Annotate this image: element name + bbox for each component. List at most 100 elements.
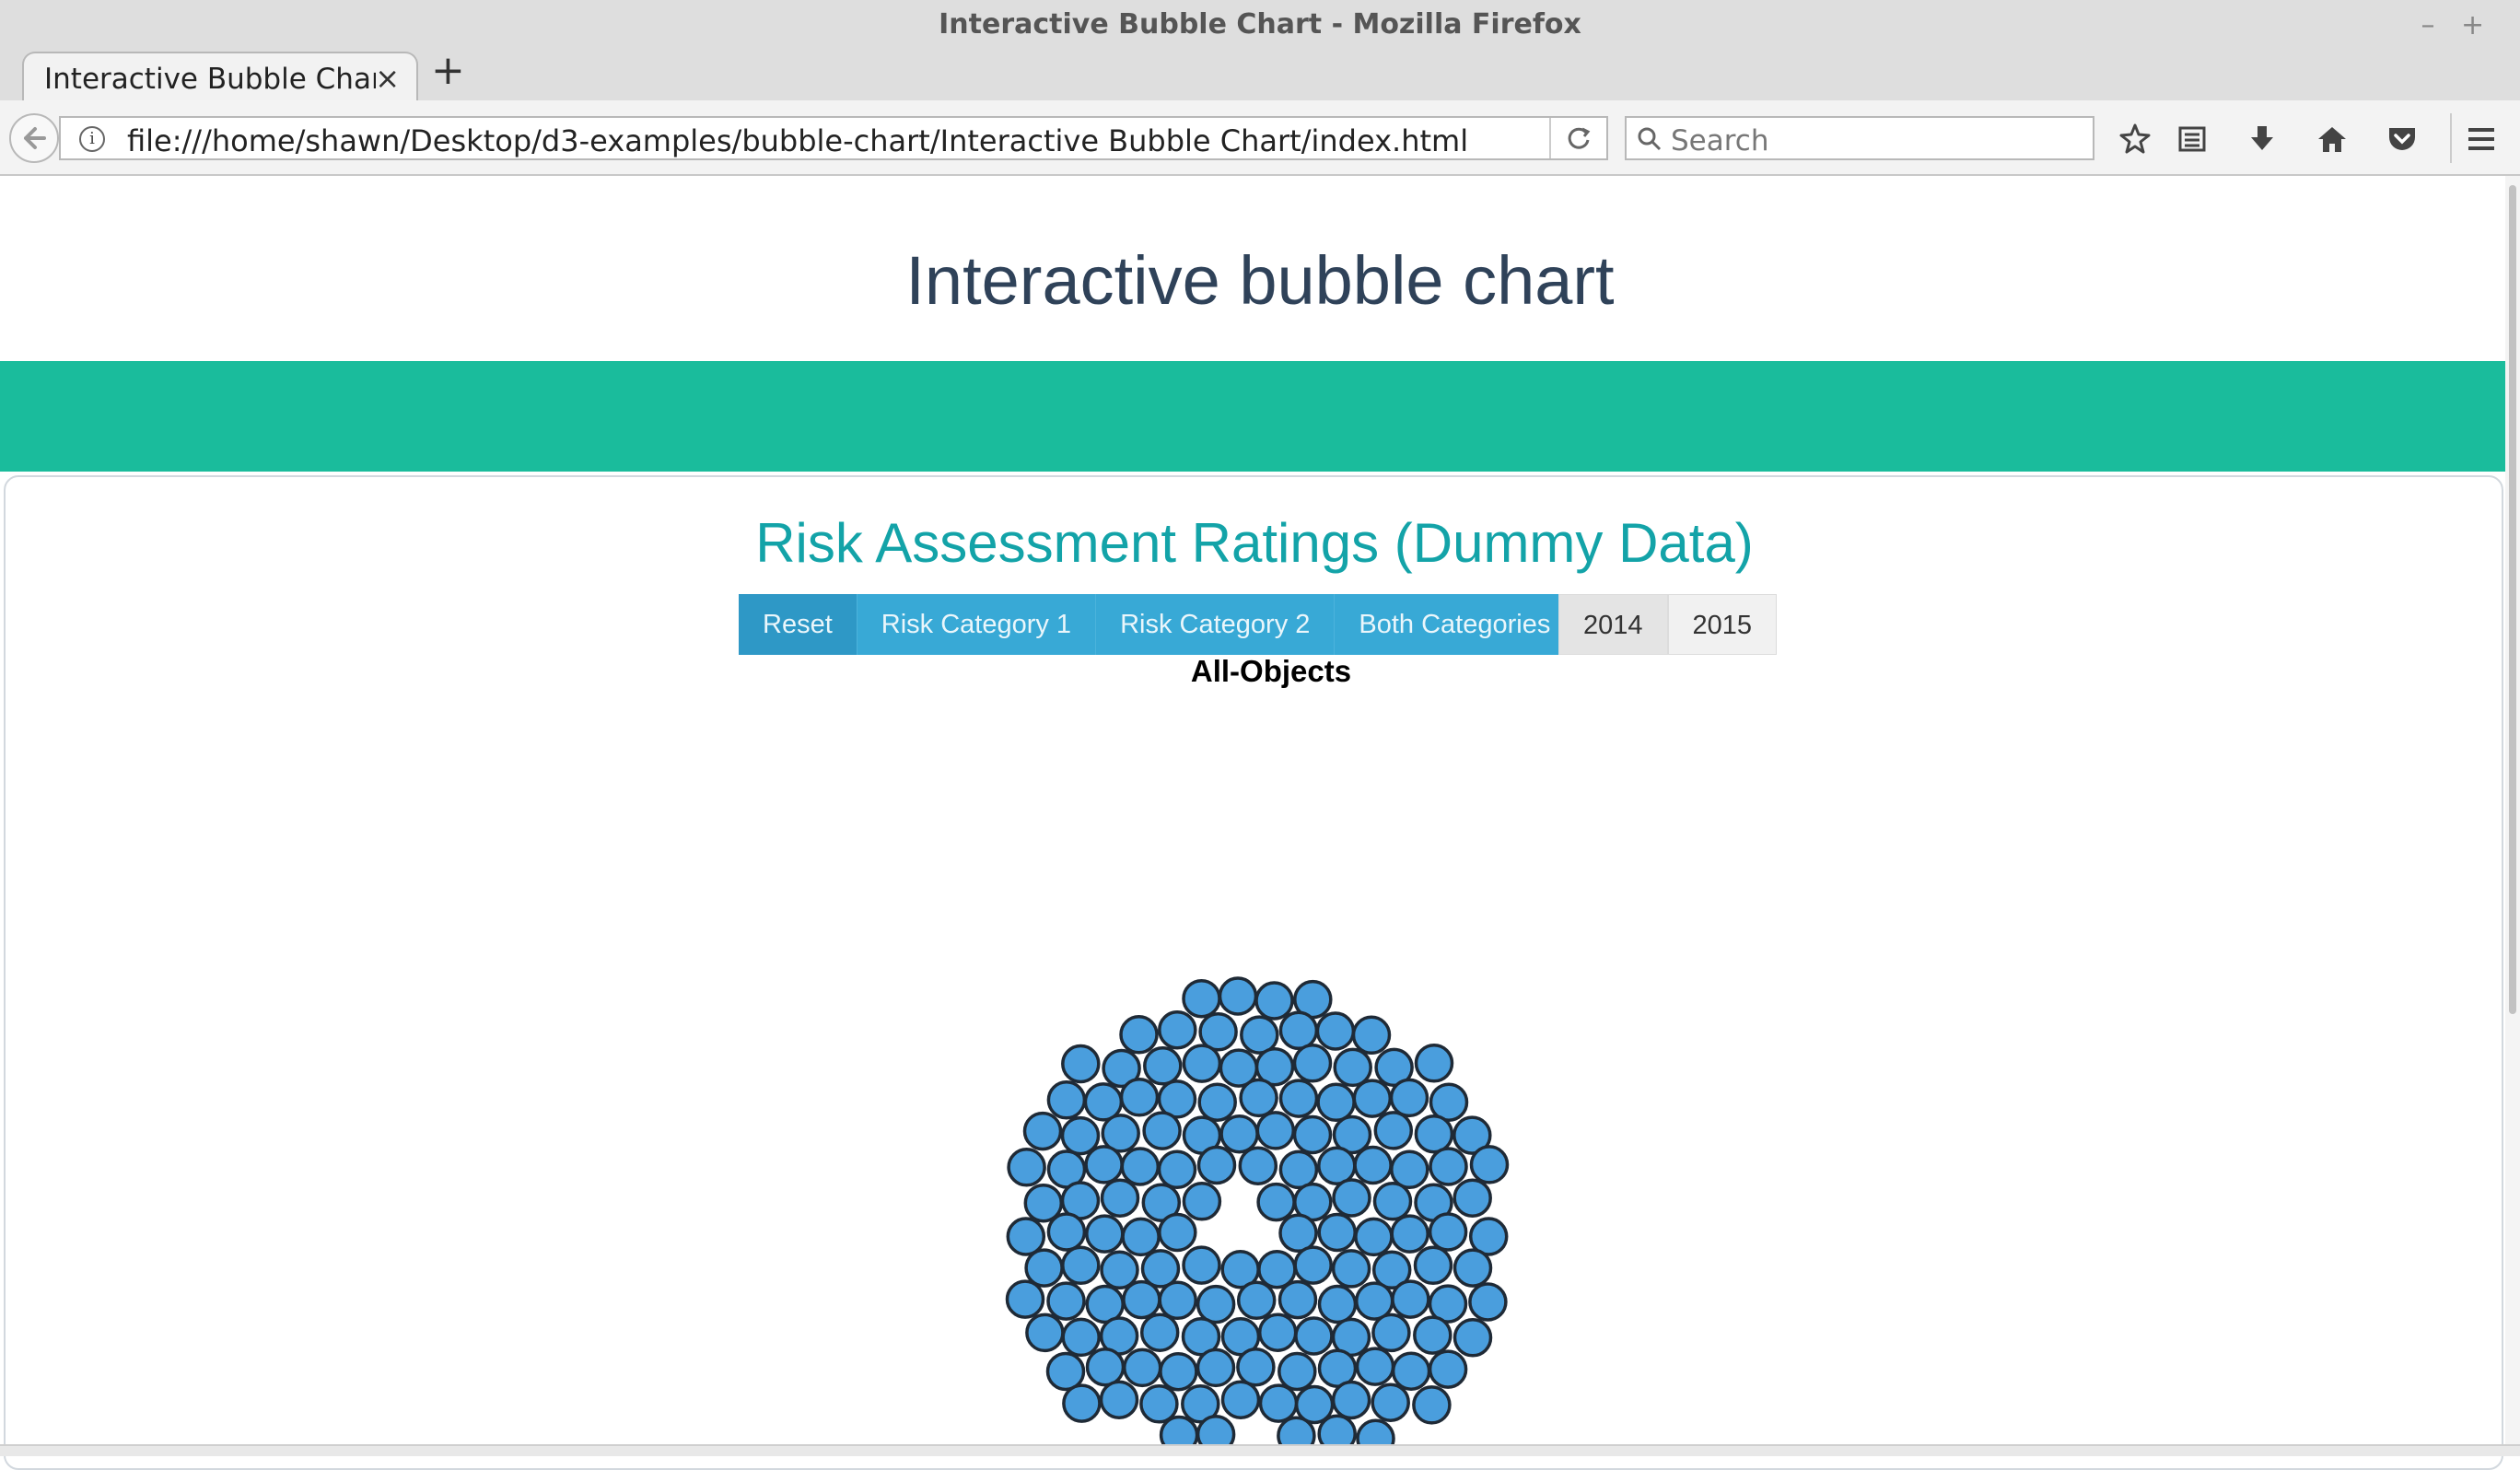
bubble[interactable] [1159, 1351, 1198, 1392]
bubble[interactable] [1182, 978, 1221, 1019]
scrollbar-thumb[interactable] [2509, 185, 2516, 1014]
bubble[interactable] [1143, 1046, 1183, 1086]
bubble[interactable] [1292, 1114, 1333, 1155]
bubble[interactable] [1158, 1009, 1197, 1050]
bubble[interactable] [1413, 1245, 1453, 1286]
bubble[interactable] [1256, 1182, 1296, 1222]
bubble[interactable] [1333, 1047, 1372, 1088]
bubble[interactable] [1331, 1249, 1371, 1289]
bubble[interactable] [1390, 1149, 1429, 1190]
bubble[interactable] [1062, 1383, 1102, 1423]
bubble[interactable] [1005, 1279, 1045, 1319]
bubble[interactable] [1085, 1347, 1126, 1387]
bubble[interactable] [1100, 1178, 1140, 1218]
bubble[interactable] [1139, 1312, 1180, 1352]
bubble[interactable] [1351, 1015, 1392, 1056]
bubble[interactable] [1122, 1348, 1162, 1388]
bubble[interactable] [1182, 1044, 1222, 1083]
bubble[interactable] [1354, 1217, 1394, 1257]
bubble[interactable] [1099, 1380, 1139, 1419]
bubble[interactable] [1238, 1146, 1278, 1185]
bubble[interactable] [1278, 1079, 1319, 1118]
bubble[interactable] [1121, 1217, 1161, 1257]
bubble[interactable] [1220, 1380, 1261, 1419]
bubble[interactable] [1219, 1114, 1259, 1154]
bubble[interactable] [1373, 1111, 1414, 1150]
bubble[interactable] [1236, 1280, 1277, 1321]
bubble[interactable] [1007, 1148, 1046, 1187]
bubble[interactable] [1389, 1078, 1429, 1118]
bubble[interactable] [1469, 1145, 1510, 1184]
bubble[interactable] [1120, 1147, 1161, 1186]
bubble[interactable] [1025, 1312, 1065, 1353]
bubble[interactable] [1158, 1212, 1197, 1253]
bubble[interactable] [1428, 1212, 1468, 1252]
bubble[interactable] [1413, 1315, 1452, 1355]
bubble[interactable] [1353, 1145, 1393, 1185]
bubble[interactable] [1317, 1414, 1357, 1444]
bubble[interactable] [1196, 1145, 1237, 1185]
bubble[interactable] [1196, 1415, 1236, 1444]
bubble[interactable] [1061, 1317, 1101, 1358]
bubble[interactable] [1278, 1010, 1319, 1051]
bubble[interactable] [1277, 1416, 1316, 1444]
bubble[interactable] [1158, 1280, 1197, 1321]
bubble[interactable] [1278, 1149, 1319, 1190]
bubble[interactable] [1159, 1415, 1199, 1445]
bubble[interactable] [1122, 1279, 1161, 1320]
bubble[interactable] [1197, 1082, 1237, 1122]
bubble[interactable] [1356, 1418, 1395, 1444]
bubble[interactable] [1355, 1347, 1395, 1386]
bubble[interactable] [1452, 1248, 1493, 1288]
bubble[interactable] [1046, 1281, 1086, 1321]
bubble[interactable] [1278, 1351, 1317, 1392]
bubble[interactable] [1084, 1145, 1124, 1184]
bubble[interactable] [1022, 1111, 1063, 1151]
bubble[interactable] [1317, 1146, 1357, 1185]
bubble[interactable] [1429, 1147, 1468, 1186]
bubble[interactable] [1371, 1312, 1411, 1353]
bubble[interactable] [1045, 1351, 1086, 1392]
bubble[interactable] [1061, 1245, 1101, 1286]
bubble[interactable] [1046, 1080, 1087, 1120]
bubble[interactable] [1390, 1214, 1429, 1254]
bubble[interactable] [1452, 1318, 1493, 1358]
vertical-scrollbar[interactable] [2505, 176, 2520, 1456]
bubble[interactable] [1371, 1382, 1410, 1422]
bubble[interactable] [1468, 1282, 1508, 1322]
bubble[interactable] [1258, 1383, 1299, 1423]
bubble[interactable] [1061, 1044, 1101, 1084]
bubble[interactable] [1239, 1078, 1278, 1118]
bubble[interactable] [1278, 1213, 1318, 1254]
bubble[interactable] [1060, 1115, 1101, 1156]
bubble[interactable] [1352, 1079, 1393, 1118]
bubble[interactable] [1119, 1078, 1160, 1117]
bubble[interactable] [1294, 1316, 1334, 1356]
bubble[interactable] [1331, 1380, 1371, 1420]
bubble[interactable] [1317, 1284, 1358, 1324]
bubble[interactable] [1414, 1044, 1454, 1083]
bubble[interactable] [1119, 1015, 1159, 1055]
bubble[interactable] [1317, 1212, 1357, 1253]
bubble[interactable] [1182, 1245, 1221, 1285]
bubble[interactable] [1255, 1111, 1296, 1150]
bubble[interactable] [1391, 1279, 1430, 1319]
bubble[interactable] [1046, 1212, 1087, 1252]
bubble[interactable] [1293, 1245, 1333, 1285]
bubble[interactable] [1182, 1182, 1222, 1221]
bubble[interactable] [1196, 1284, 1236, 1324]
bubble[interactable] [1414, 1114, 1454, 1154]
bubble[interactable] [1278, 1279, 1318, 1320]
bubble[interactable] [1142, 1111, 1182, 1150]
bubble[interactable] [1412, 1385, 1452, 1425]
bubble[interactable] [1316, 1082, 1356, 1123]
bubble[interactable] [1218, 976, 1258, 1016]
bubble[interactable] [1006, 1217, 1046, 1256]
bubble[interactable] [1452, 1178, 1492, 1218]
bubble[interactable] [1292, 1044, 1333, 1083]
bubble[interactable] [1139, 1384, 1179, 1424]
bubble[interactable] [1372, 1182, 1413, 1221]
bubble[interactable] [1257, 1312, 1298, 1352]
bubble[interactable] [1236, 1347, 1276, 1387]
bubble[interactable] [1196, 1348, 1236, 1388]
